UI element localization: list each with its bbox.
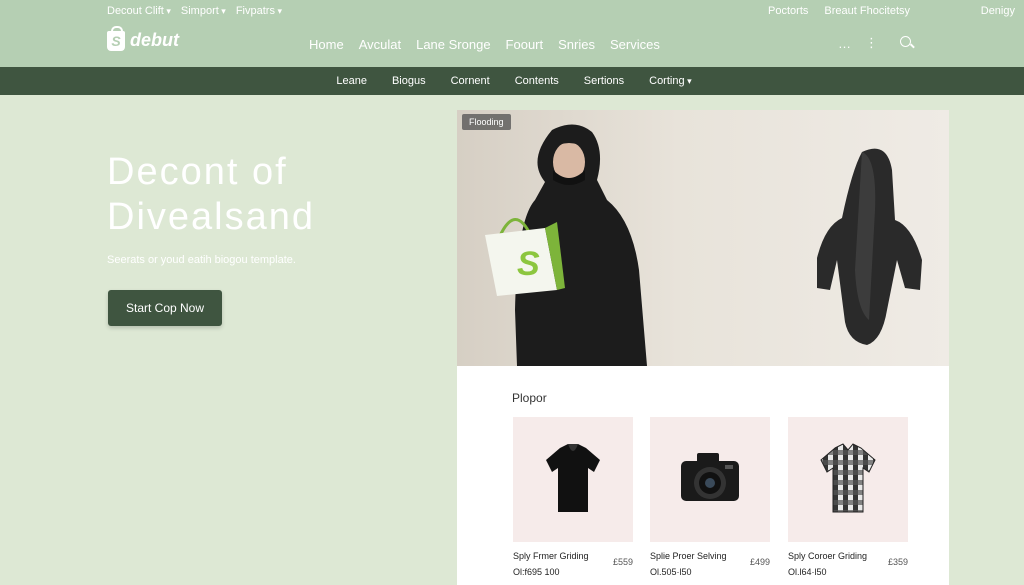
logo-text: debut — [130, 30, 179, 50]
hero-title-line-1: Decont of — [107, 151, 288, 193]
utility-right-link-2[interactable]: Breaut Fhocitetsy — [824, 5, 910, 17]
subnav-item-5[interactable]: Sertions — [584, 75, 624, 87]
nav-item-3[interactable]: Lane Sronge — [416, 37, 490, 52]
nav-item-5[interactable]: Snries — [558, 37, 595, 52]
product-card[interactable]: Sply Coroer Griding £359 Ol.l64·l50 — [788, 417, 908, 577]
nav-item-services[interactable]: Services — [610, 37, 660, 52]
utility-link-3[interactable]: Fivpatrs — [236, 5, 282, 17]
utility-right-link-3[interactable]: Denigy — [981, 5, 1015, 17]
store-logo[interactable]: S debut — [107, 25, 179, 51]
product-image[interactable] — [788, 417, 908, 542]
subnav-item-4[interactable]: Contents — [515, 75, 559, 87]
product-price: £499 — [749, 557, 770, 567]
utility-link-1[interactable]: Decout Clift — [107, 5, 171, 17]
header-icons: … ⋮ — [838, 35, 914, 51]
banner-tag: Flooding — [462, 114, 511, 130]
nav-item-4[interactable]: Foourt — [506, 37, 544, 52]
product-code: Ol.505·l50 — [650, 567, 692, 577]
start-shop-button[interactable]: Start Cop Now — [108, 290, 222, 326]
product-code: Ol.l64·l50 — [788, 567, 827, 577]
product-name[interactable]: Sply Coroer Griding — [788, 551, 867, 561]
shopping-bag-icon: S — [107, 25, 125, 51]
shirt-icon — [820, 442, 876, 512]
product-card[interactable]: Sply Frmer Griding £559 Ol:f695 100 — [513, 417, 633, 577]
hero-banner-image: S Flooding — [457, 110, 949, 366]
subnav-item-3[interactable]: Cornent — [451, 75, 490, 87]
product-card[interactable]: Splie Proer Selving £499 Ol.505·l50 — [650, 417, 770, 577]
bag-logo-glyph: S — [517, 245, 540, 283]
header: Decout Clift Simport Fivpatrs Poctorts B… — [0, 0, 1024, 67]
product-image[interactable] — [513, 417, 633, 542]
search-icon[interactable] — [900, 36, 914, 50]
product-price: £559 — [612, 557, 633, 567]
utility-link-2[interactable]: Simport — [181, 5, 226, 17]
utility-right-link-1[interactable]: Poctorts — [768, 5, 808, 17]
product-price: £359 — [887, 557, 908, 567]
product-image[interactable] — [650, 417, 770, 542]
nav-item-2[interactable]: Avculat — [359, 37, 401, 52]
main-nav: Home Avculat Lane Sronge Foourt Snries S… — [309, 37, 660, 52]
utility-nav-left: Decout Clift Simport Fivpatrs — [107, 5, 282, 17]
hero-title-line-2: Divealsand — [107, 196, 315, 238]
banner-illustration: S — [485, 124, 922, 366]
subnav-item-2[interactable]: Biogus — [392, 75, 426, 87]
nav-item-home[interactable]: Home — [309, 37, 344, 52]
subnav-item-1[interactable]: Leane — [336, 75, 367, 87]
more-icon[interactable]: … — [838, 36, 851, 51]
hero-subtitle: Seerats or youd eatih biogou template. — [107, 254, 296, 266]
featured-card: S Flooding Plopor Sply Frmer Griding £55… — [457, 110, 949, 585]
product-code: Ol:f695 100 — [513, 567, 560, 577]
products-section-title: Plopor — [512, 391, 547, 405]
sub-nav: Leane Biogus Cornent Contents Sertions C… — [0, 67, 1024, 95]
kebab-menu-icon[interactable]: ⋮ — [865, 35, 878, 51]
product-name[interactable]: Sply Frmer Griding — [513, 551, 589, 561]
subnav-item-6[interactable]: Corting — [649, 75, 692, 87]
utility-nav-right: Poctorts Breaut Fhocitetsy Denigy — [768, 5, 1015, 17]
hero-title: Decont of Divealsand — [107, 150, 437, 240]
camera-icon — [681, 452, 739, 501]
tshirt-icon — [546, 443, 600, 512]
product-name[interactable]: Splie Proer Selving — [650, 551, 727, 561]
